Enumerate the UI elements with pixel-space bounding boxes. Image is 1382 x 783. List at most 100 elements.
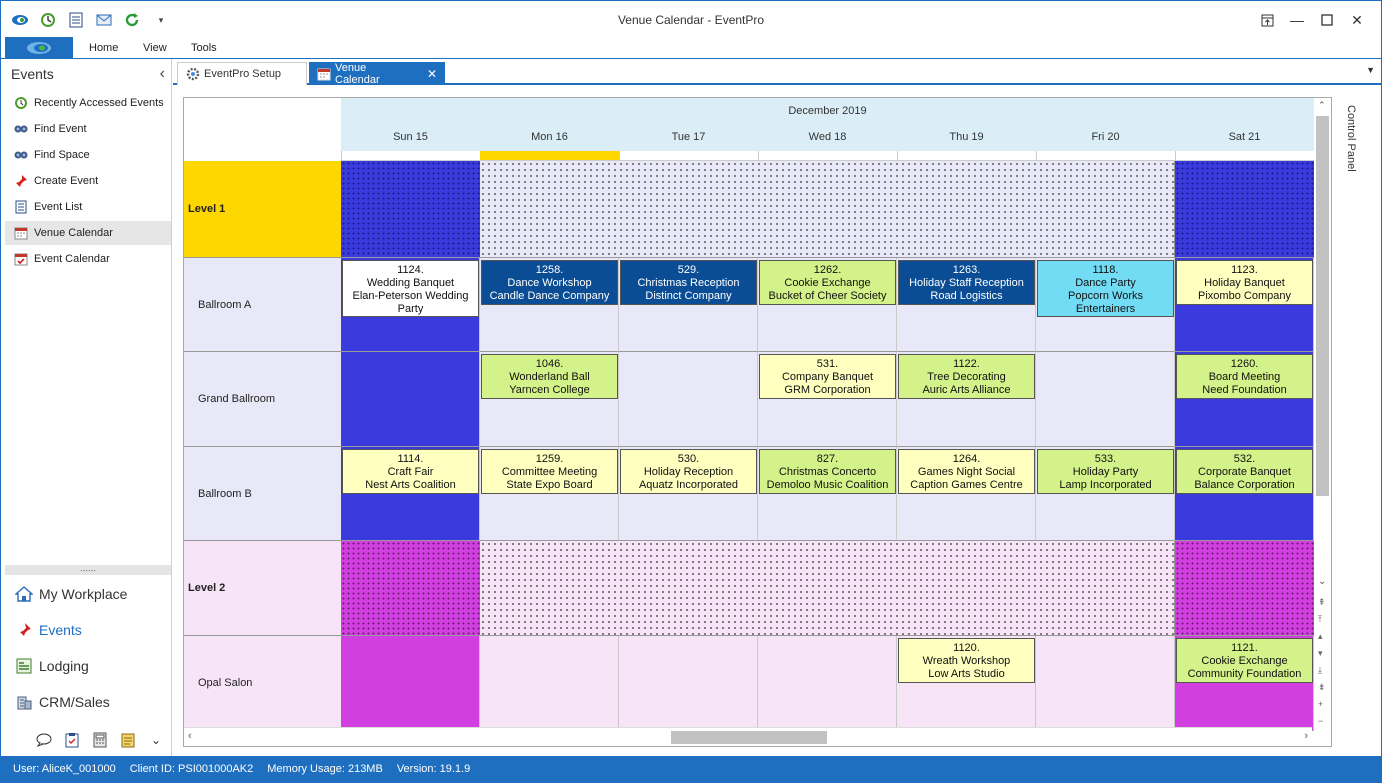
chat-bubble-icon[interactable] [35, 731, 53, 749]
horizontal-scrollbar[interactable]: ‹ › [184, 727, 1312, 745]
next-record-icon[interactable]: ▾ [1318, 645, 1326, 662]
lodging-icon [15, 657, 33, 675]
scroll-up-icon[interactable]: ⌃ [1318, 100, 1326, 111]
page-down-icon[interactable]: ⤓ [1318, 662, 1326, 679]
chevron-down-icon[interactable]: ⌄ [147, 731, 165, 749]
event-block[interactable]: 529. Christmas Reception Distinct Company [620, 260, 757, 305]
level-header[interactable]: Level 2 [184, 541, 341, 636]
sidebar-splitter-handle[interactable]: ...... [5, 564, 171, 575]
control-panel-toggle[interactable]: Control Panel [1339, 101, 1359, 181]
event-block[interactable]: 1123. Holiday Banquet Pixombo Company [1176, 260, 1313, 305]
event-block[interactable]: 1264. Games Night Social Caption Games Cen… [898, 449, 1035, 494]
tab-list-dropdown-icon[interactable]: ▼ [1366, 65, 1375, 75]
calendar-cell[interactable] [1036, 636, 1175, 731]
event-block[interactable]: 827. Christmas Concerto Demoloo Music Coal… [759, 449, 896, 494]
event-block[interactable]: 1262. Cookie Exchange Bucket of Cheer Soci… [759, 260, 896, 305]
sidebar-item-event-calendar[interactable]: Event Calendar [5, 247, 171, 271]
event-block[interactable]: 1120. Wreath Workshop Low Arts Studio [898, 638, 1035, 683]
level-header[interactable]: Level 1 [184, 161, 341, 258]
sidebar-item-label: Event Calendar [34, 253, 110, 265]
last-record-icon[interactable]: ⇟ [1318, 679, 1326, 696]
module-crm-sales[interactable]: CRM/Sales [5, 687, 171, 717]
application-menu-button[interactable] [5, 37, 73, 59]
page-up-icon[interactable]: ⤒ [1318, 611, 1326, 628]
sidebar-item-create-event[interactable]: Create Event [5, 169, 171, 193]
day-header[interactable]: Fri 20 [1036, 131, 1175, 143]
event-client: Demoloo Music Coalition [766, 479, 889, 491]
calendar-cell[interactable] [480, 636, 619, 731]
day-header[interactable]: Thu 19 [897, 131, 1036, 143]
first-record-icon[interactable]: ⇞ [1318, 594, 1326, 611]
calendar-cell[interactable] [619, 636, 758, 731]
collapse-sidebar-icon[interactable]: ‹ [160, 65, 165, 83]
sidebar-item-recently-accessed[interactable]: Recently Accessed Events [5, 91, 171, 115]
event-block[interactable]: 1260. Board Meeting Need Foundation [1176, 354, 1313, 399]
room-header[interactable]: Ballroom A [184, 258, 341, 352]
scroll-left-icon[interactable]: ‹ [188, 730, 192, 742]
event-block[interactable]: 1124. Wedding Banquet Elan-Peterson Weddin… [342, 260, 479, 317]
room-header[interactable]: Opal Salon [184, 636, 341, 731]
event-block[interactable]: 1258. Dance Workshop Candle Dance Company [481, 260, 618, 305]
scroll-right-icon[interactable]: › [1304, 730, 1308, 742]
event-name: Company Banquet [781, 371, 874, 383]
horizontal-scroll-thumb[interactable] [671, 731, 827, 744]
calendar-cell[interactable] [341, 636, 480, 731]
event-block[interactable]: 1263. Holiday Staff Reception Road Logisti… [898, 260, 1035, 305]
event-block[interactable]: 1121. Cookie Exchange Community Foundation [1176, 638, 1313, 683]
close-tab-icon[interactable]: ✕ [427, 67, 437, 81]
document-tab-strip: EventPro Setup Venue Calendar ✕ ▼ [173, 59, 1381, 86]
event-client: Auric Arts Alliance [922, 384, 1011, 396]
day-header[interactable]: Tue 17 [619, 131, 758, 143]
day-header[interactable]: Sun 15 [341, 131, 480, 143]
event-client: Lamp Incorporated [1059, 479, 1152, 491]
scroll-down-icon[interactable]: ⌄ [1318, 576, 1326, 587]
event-client: Need Foundation [1202, 384, 1287, 396]
sidebar-item-event-list[interactable]: Event List [5, 195, 171, 219]
module-lodging[interactable]: Lodging [5, 651, 171, 681]
event-client: Balance Corporation [1194, 479, 1295, 491]
sidebar-item-find-event[interactable]: Find Event [5, 117, 171, 141]
day-header[interactable]: Sat 21 [1175, 131, 1314, 143]
clipboard-check-icon[interactable] [63, 731, 81, 749]
ribbon-tab-home[interactable]: Home [89, 42, 118, 54]
tab-eventpro-setup[interactable]: EventPro Setup [177, 62, 307, 85]
restore-layout-icon[interactable] [1254, 9, 1280, 31]
calendar-cell[interactable] [758, 636, 897, 731]
event-block[interactable]: 1046. Wonderland Ball Yarncen College [481, 354, 618, 399]
tab-venue-calendar[interactable]: Venue Calendar ✕ [309, 62, 445, 86]
event-name: Committee Meeting [501, 466, 598, 478]
ribbon-tab-view[interactable]: View [143, 42, 167, 54]
calendar-cell[interactable] [1036, 352, 1175, 447]
event-block[interactable]: 533. Holiday Party Lamp Incorporated [1037, 449, 1174, 494]
module-my-workplace[interactable]: My Workplace [5, 579, 171, 609]
event-block[interactable]: 530. Holiday Reception Aquatz Incorporated [620, 449, 757, 494]
close-button[interactable]: ✕ [1344, 9, 1370, 31]
remove-icon[interactable]: − [1318, 713, 1326, 730]
room-header[interactable]: Ballroom B [184, 447, 341, 541]
sidebar-item-find-space[interactable]: Find Space [5, 143, 171, 167]
notes-icon[interactable] [119, 731, 137, 749]
prev-record-icon[interactable]: ▴ [1318, 628, 1326, 645]
vertical-scroll-thumb[interactable] [1316, 116, 1329, 496]
event-block[interactable]: 532. Corporate Banquet Balance Corporation [1176, 449, 1313, 494]
day-header[interactable]: Mon 16 [480, 131, 619, 143]
calendar-cell[interactable] [619, 352, 758, 447]
binoculars-icon [13, 148, 28, 163]
calculator-icon[interactable] [91, 731, 109, 749]
event-block[interactable]: 1259. Committee Meeting State Expo Board [481, 449, 618, 494]
calendar-cell[interactable] [341, 352, 480, 447]
vertical-scrollbar[interactable]: ⌃ ⌄ ⇞ ⤒ ▴ ▾ ⤓ ⇟ + − [1314, 98, 1331, 727]
add-icon[interactable]: + [1318, 696, 1326, 713]
event-block[interactable]: 1122. Tree Decorating Auric Arts Alliance [898, 354, 1035, 399]
maximize-button[interactable] [1314, 9, 1340, 31]
minimize-button[interactable]: — [1284, 9, 1310, 31]
module-label: Lodging [39, 658, 89, 674]
sidebar-item-venue-calendar[interactable]: Venue Calendar [5, 221, 171, 245]
room-header[interactable]: Grand Ballroom [184, 352, 341, 447]
day-header[interactable]: Wed 18 [758, 131, 897, 143]
ribbon-tab-tools[interactable]: Tools [191, 42, 217, 54]
event-block[interactable]: 531. Company Banquet GRM Corporation [759, 354, 896, 399]
event-block[interactable]: 1118. Dance Party Popcorn Works Entertainer… [1037, 260, 1174, 317]
event-block[interactable]: 1114. Craft Fair Nest Arts Coalition [342, 449, 479, 494]
module-events[interactable]: Events [5, 615, 171, 645]
